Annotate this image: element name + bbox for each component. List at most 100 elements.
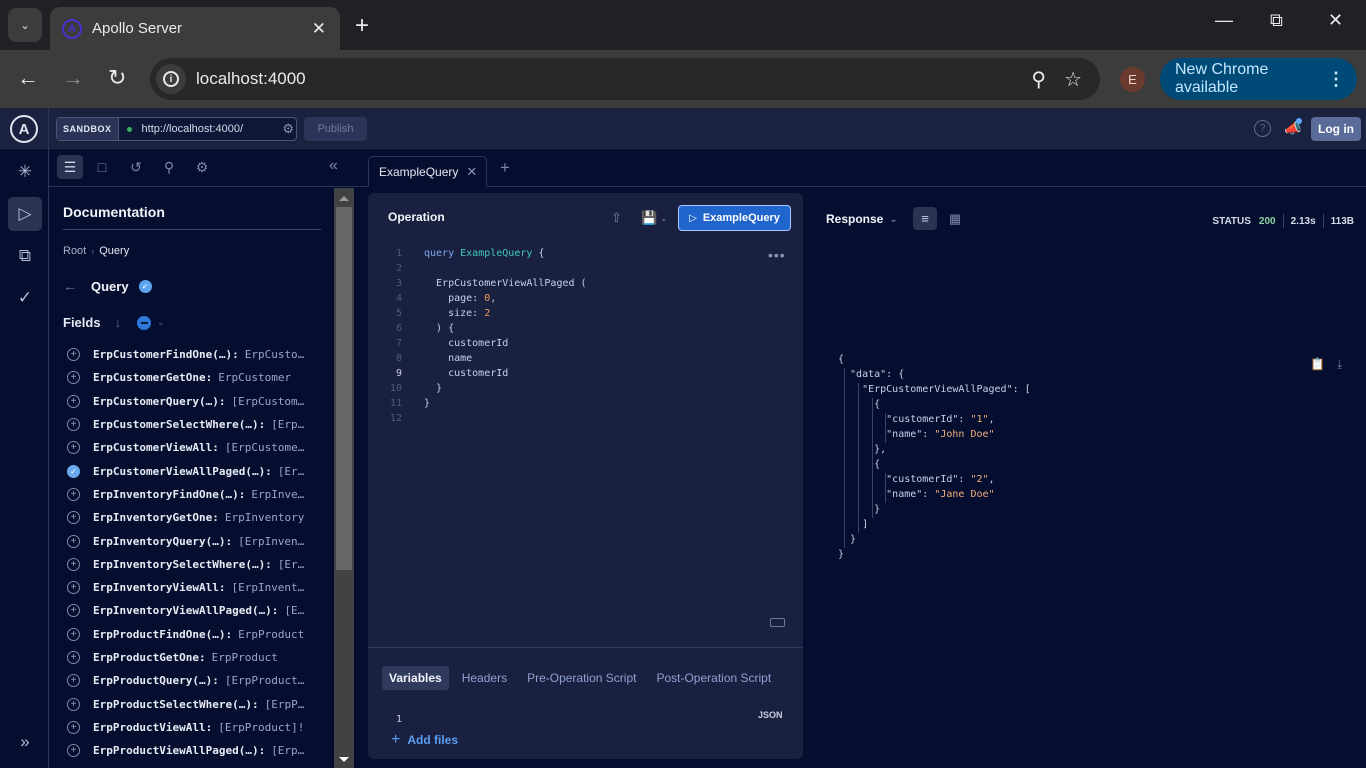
field-type[interactable]: ErpCustomer [218,371,291,384]
tab-search-button[interactable]: ⌄ [8,8,42,42]
run-query-button[interactable]: ▷ ExampleQuery [678,205,791,231]
add-files-button[interactable]: + Add files [391,731,458,749]
add-field-plus-icon[interactable]: + [67,394,80,408]
endpoint-selector[interactable]: SANDBOX http://localhost:4000/ ⚙ [56,117,297,141]
field-item[interactable]: + ErpCustomerGetOne: ErpCustomer [67,366,329,389]
field-selected-check-icon[interactable]: ✓ [67,464,80,478]
add-field-plus-icon[interactable]: + [67,557,80,571]
operation-editor[interactable]: 1 query ExampleQuery {2 3 ErpCustomerViewA… [368,246,803,426]
add-field-plus-icon[interactable]: + [67,441,80,455]
json-view-icon[interactable]: ≡ [913,207,937,230]
field-type[interactable]: ErpInventory [225,511,304,524]
back-arrow-icon[interactable]: ← [63,278,77,294]
doc-scrollbar[interactable] [334,188,354,768]
add-field-plus-icon[interactable]: + [67,418,80,432]
chevron-down-icon[interactable]: ⌄ [660,213,668,224]
add-field-plus-icon[interactable]: + [67,581,80,595]
share-icon[interactable]: ⇧ [611,210,622,226]
field-type[interactable]: [Erp… [271,418,304,431]
field-item[interactable]: + ErpInventoryGetOne: ErpInventory [67,506,329,529]
add-field-plus-icon[interactable]: + [67,744,80,758]
documentation-icon[interactable]: ☰ [57,155,83,179]
scroll-down-arrow[interactable] [339,757,349,762]
tab-variables[interactable]: Variables [382,666,449,690]
close-tab-icon[interactable]: ✕ [312,19,326,39]
apollo-logo-icon[interactable]: A [10,115,38,143]
code-line[interactable]: 11} [368,396,803,411]
field-type[interactable]: [ErpInven… [238,535,304,548]
chevron-down-icon[interactable]: ⌄ [157,317,165,328]
breadcrumb-root[interactable]: Root [63,245,86,257]
help-icon[interactable]: ? [1254,120,1271,137]
keyboard-shortcuts-icon[interactable] [770,618,785,627]
code-line[interactable]: 5 size: 2 [368,306,803,321]
url-text[interactable]: localhost:4000 [196,69,1031,89]
add-field-plus-icon[interactable]: + [67,371,80,385]
add-field-plus-icon[interactable]: + [67,604,80,618]
reload-icon[interactable]: ↻ [108,65,126,91]
diff-icon[interactable]: ⧉ [8,239,42,273]
add-field-plus-icon[interactable]: + [67,651,80,664]
endpoint-input[interactable]: http://localhost:4000/ [142,123,283,135]
add-field-plus-icon[interactable]: + [67,697,80,711]
search-icon[interactable]: ⚲ [156,155,182,179]
zoom-icon[interactable]: ⚲ [1031,67,1046,92]
field-type[interactable]: [Er… [278,465,305,478]
field-type[interactable]: ErpCusto… [245,348,305,361]
field-type[interactable]: [ErpCustome… [225,441,304,454]
history-icon[interactable]: ↺ [123,155,149,179]
code-line[interactable]: 10 } [368,381,803,396]
publish-button[interactable]: Publish [304,117,367,141]
tab-pre-operation-script[interactable]: Pre-Operation Script [520,666,643,690]
field-item[interactable]: + ErpProductViewAllPaged(…): [Erp… [67,739,329,762]
field-type[interactable]: [ErpInvent… [231,581,304,594]
field-item[interactable]: + ErpCustomerSelectWhere(…): [Erp… [67,413,329,436]
minimize-icon[interactable]: — [1215,10,1233,31]
window-close-icon[interactable]: ✕ [1328,10,1343,31]
field-item[interactable]: + ErpCustomerQuery(…): [ErpCustom… [67,390,329,413]
code-line[interactable]: 9 customerId [368,366,803,381]
code-line[interactable]: 1 query ExampleQuery { [368,246,803,261]
field-item[interactable]: + ErpInventoryViewAll: [ErpInvent… [67,576,329,599]
close-icon[interactable]: ✕ [466,164,477,180]
field-item[interactable]: + ErpInventoryQuery(…): [ErpInven… [67,529,329,552]
add-field-plus-icon[interactable]: + [67,511,80,525]
code-line[interactable]: 6 ) { [368,321,803,336]
menu-dots-icon[interactable]: ⋮ [1327,69,1345,90]
field-item[interactable]: + ErpCustomerViewAll: [ErpCustome… [67,436,329,459]
field-type[interactable]: [ErpP… [265,698,305,711]
add-field-plus-icon[interactable]: + [67,534,80,548]
tab-example-query[interactable]: ExampleQuery ✕ [368,156,487,187]
collections-bookmark-icon[interactable]: □ [89,155,115,179]
address-bar[interactable]: i localhost:4000 ⚲ ☆ [150,58,1100,100]
forward-icon[interactable]: → [62,65,84,91]
field-item[interactable]: + ErpProductQuery(…): [ErpProduct… [67,669,329,692]
profile-avatar[interactable]: E [1120,67,1145,92]
add-field-plus-icon[interactable]: + [67,627,80,641]
code-line[interactable]: 4 page: 0, [368,291,803,306]
add-tab-icon[interactable]: + [500,158,510,178]
field-item[interactable]: + ErpInventorySelectWhere(…): [Er… [67,553,329,576]
save-icon[interactable]: 💾 [641,210,657,226]
field-type[interactable]: ErpProduct [212,651,278,664]
code-line[interactable]: 2 [368,261,803,276]
checks-icon[interactable]: ✓ [8,281,42,315]
site-info-button[interactable]: i [156,64,186,94]
scroll-up-arrow[interactable] [339,196,349,201]
deselect-all-icon[interactable] [137,315,152,330]
field-item[interactable]: + ErpProductViewAll: [ErpProduct]! [67,716,329,739]
back-icon[interactable]: ← [17,65,39,91]
field-item[interactable]: + ErpInventoryViewAllPaged(…): [E… [67,599,329,622]
field-type[interactable]: ErpInve… [251,488,304,501]
restore-icon[interactable]: ⧉ [1270,10,1283,31]
response-json[interactable]: { "data": { "ErpCustomerViewAllPaged": [… [838,352,1031,562]
field-type[interactable]: [ErpProduct… [225,674,304,687]
add-field-plus-icon[interactable]: + [67,720,80,734]
collapse-panel-icon[interactable]: « [329,157,338,175]
field-type[interactable]: [Er… [278,558,305,571]
add-field-plus-icon[interactable]: + [67,487,80,501]
field-type[interactable]: [ErpProduct]! [218,721,304,734]
bookmark-star-icon[interactable]: ☆ [1064,67,1082,92]
code-line[interactable]: 3 ErpCustomerViewAllPaged ( [368,276,803,291]
connection-settings-icon[interactable]: ⚙ [282,121,294,137]
